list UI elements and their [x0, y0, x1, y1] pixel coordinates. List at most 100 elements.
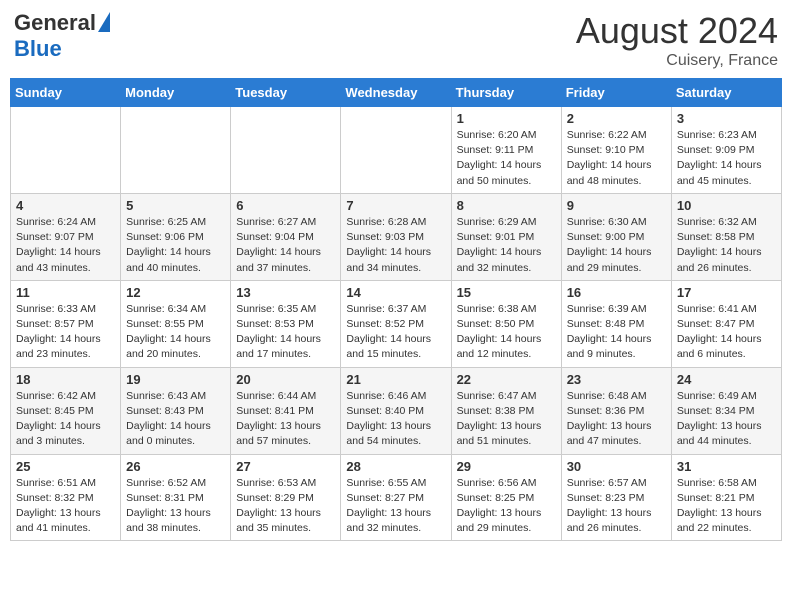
- day-info: Sunrise: 6:52 AM Sunset: 8:31 PM Dayligh…: [126, 476, 225, 537]
- day-number: 7: [346, 198, 445, 213]
- day-number: 3: [677, 111, 776, 126]
- calendar-cell: 7 Sunrise: 6:28 AM Sunset: 9:03 PM Daylig…: [341, 193, 451, 280]
- day-info: Sunrise: 6:30 AM Sunset: 9:00 PM Dayligh…: [567, 215, 666, 276]
- calendar-week-row: 1Sunrise: 6:20 AM Sunset: 9:11 PM Daylig…: [11, 107, 782, 194]
- day-number: 30: [567, 459, 666, 474]
- calendar-cell: [231, 107, 341, 194]
- calendar-cell: 14Sunrise: 6:37 AM Sunset: 8:52 PM Dayli…: [341, 280, 451, 367]
- calendar-cell: 16Sunrise: 6:39 AM Sunset: 8:48 PM Dayli…: [561, 280, 671, 367]
- calendar-cell: 25 Sunrise: 6:51 AM Sunset: 8:32 PM Dayli…: [11, 454, 121, 541]
- day-info: Sunrise: 6:51 AM Sunset: 8:32 PM Dayligh…: [16, 476, 115, 537]
- day-number: 4: [16, 198, 115, 213]
- logo: General Blue: [14, 10, 110, 62]
- logo-blue-text: Blue: [14, 36, 62, 62]
- calendar-cell: 31 Sunrise: 6:58 AM Sunset: 8:21 PM Dayli…: [671, 454, 781, 541]
- day-number: 11: [16, 285, 115, 300]
- calendar-cell: 12Sunrise: 6:34 AM Sunset: 8:55 PM Dayli…: [121, 280, 231, 367]
- day-info: Sunrise: 6:41 AM Sunset: 8:47 PM Dayligh…: [677, 302, 776, 363]
- day-number: 25: [16, 459, 115, 474]
- day-info: Sunrise: 6:35 AM Sunset: 8:53 PM Dayligh…: [236, 302, 335, 363]
- calendar-cell: 13 Sunrise: 6:35 AM Sunset: 8:53 PM Dayli…: [231, 280, 341, 367]
- calendar-header-tuesday: Tuesday: [231, 79, 341, 107]
- day-info: Sunrise: 6:38 AM Sunset: 8:50 PM Dayligh…: [457, 302, 556, 363]
- day-info: Sunrise: 6:22 AM Sunset: 9:10 PM Dayligh…: [567, 128, 666, 189]
- day-info: Sunrise: 6:49 AM Sunset: 8:34 PM Dayligh…: [677, 389, 776, 450]
- day-number: 21: [346, 372, 445, 387]
- calendar-header-thursday: Thursday: [451, 79, 561, 107]
- logo-triangle-icon: [98, 12, 110, 32]
- location-subtitle: Cuisery, France: [576, 52, 778, 70]
- day-number: 27: [236, 459, 335, 474]
- calendar-cell: 11 Sunrise: 6:33 AM Sunset: 8:57 PM Dayli…: [11, 280, 121, 367]
- title-area: August 2024 Cuisery, France: [576, 10, 778, 70]
- calendar-header-friday: Friday: [561, 79, 671, 107]
- day-info: Sunrise: 6:53 AM Sunset: 8:29 PM Dayligh…: [236, 476, 335, 537]
- calendar-cell: 9Sunrise: 6:30 AM Sunset: 9:00 PM Daylig…: [561, 193, 671, 280]
- day-number: 8: [457, 198, 556, 213]
- calendar-cell: 20 Sunrise: 6:44 AM Sunset: 8:41 PM Dayli…: [231, 367, 341, 454]
- day-number: 15: [457, 285, 556, 300]
- day-number: 14: [346, 285, 445, 300]
- calendar-cell: 4Sunrise: 6:24 AM Sunset: 9:07 PM Daylig…: [11, 193, 121, 280]
- day-info: Sunrise: 6:25 AM Sunset: 9:06 PM Dayligh…: [126, 215, 225, 276]
- calendar-cell: 2Sunrise: 6:22 AM Sunset: 9:10 PM Daylig…: [561, 107, 671, 194]
- calendar-cell: 10 Sunrise: 6:32 AM Sunset: 8:58 PM Dayli…: [671, 193, 781, 280]
- day-number: 13: [236, 285, 335, 300]
- day-info: Sunrise: 6:20 AM Sunset: 9:11 PM Dayligh…: [457, 128, 556, 189]
- day-number: 20: [236, 372, 335, 387]
- day-info: Sunrise: 6:58 AM Sunset: 8:21 PM Dayligh…: [677, 476, 776, 537]
- day-info: Sunrise: 6:28 AM Sunset: 9:03 PM Dayligh…: [346, 215, 445, 276]
- calendar-cell: 21 Sunrise: 6:46 AM Sunset: 8:40 PM Dayli…: [341, 367, 451, 454]
- day-number: 10: [677, 198, 776, 213]
- day-number: 26: [126, 459, 225, 474]
- day-number: 28: [346, 459, 445, 474]
- calendar-cell: 5 Sunrise: 6:25 AM Sunset: 9:06 PM Daylig…: [121, 193, 231, 280]
- day-number: 18: [16, 372, 115, 387]
- calendar-header-sunday: Sunday: [11, 79, 121, 107]
- day-info: Sunrise: 6:34 AM Sunset: 8:55 PM Dayligh…: [126, 302, 225, 363]
- day-number: 19: [126, 372, 225, 387]
- calendar-cell: 28 Sunrise: 6:55 AM Sunset: 8:27 PM Dayli…: [341, 454, 451, 541]
- calendar-cell: 24 Sunrise: 6:49 AM Sunset: 8:34 PM Dayli…: [671, 367, 781, 454]
- day-number: 23: [567, 372, 666, 387]
- calendar-cell: 1Sunrise: 6:20 AM Sunset: 9:11 PM Daylig…: [451, 107, 561, 194]
- day-info: Sunrise: 6:43 AM Sunset: 8:43 PM Dayligh…: [126, 389, 225, 450]
- calendar-week-row: 4Sunrise: 6:24 AM Sunset: 9:07 PM Daylig…: [11, 193, 782, 280]
- day-info: Sunrise: 6:44 AM Sunset: 8:41 PM Dayligh…: [236, 389, 335, 450]
- day-info: Sunrise: 6:33 AM Sunset: 8:57 PM Dayligh…: [16, 302, 115, 363]
- day-info: Sunrise: 6:29 AM Sunset: 9:01 PM Dayligh…: [457, 215, 556, 276]
- day-info: Sunrise: 6:57 AM Sunset: 8:23 PM Dayligh…: [567, 476, 666, 537]
- calendar-header-wednesday: Wednesday: [341, 79, 451, 107]
- day-info: Sunrise: 6:48 AM Sunset: 8:36 PM Dayligh…: [567, 389, 666, 450]
- calendar-week-row: 18 Sunrise: 6:42 AM Sunset: 8:45 PM Dayli…: [11, 367, 782, 454]
- calendar-cell: 6Sunrise: 6:27 AM Sunset: 9:04 PM Daylig…: [231, 193, 341, 280]
- calendar-cell: [11, 107, 121, 194]
- calendar-cell: [341, 107, 451, 194]
- day-number: 5: [126, 198, 225, 213]
- day-number: 31: [677, 459, 776, 474]
- calendar-header-row: SundayMondayTuesdayWednesdayThursdayFrid…: [11, 79, 782, 107]
- calendar-cell: 27 Sunrise: 6:53 AM Sunset: 8:29 PM Dayli…: [231, 454, 341, 541]
- day-number: 22: [457, 372, 556, 387]
- day-info: Sunrise: 6:32 AM Sunset: 8:58 PM Dayligh…: [677, 215, 776, 276]
- calendar-cell: 15 Sunrise: 6:38 AM Sunset: 8:50 PM Dayli…: [451, 280, 561, 367]
- day-number: 16: [567, 285, 666, 300]
- calendar-cell: 3Sunrise: 6:23 AM Sunset: 9:09 PM Daylig…: [671, 107, 781, 194]
- day-number: 24: [677, 372, 776, 387]
- day-info: Sunrise: 6:55 AM Sunset: 8:27 PM Dayligh…: [346, 476, 445, 537]
- month-year-title: August 2024: [576, 10, 778, 52]
- calendar-cell: 26 Sunrise: 6:52 AM Sunset: 8:31 PM Dayli…: [121, 454, 231, 541]
- day-info: Sunrise: 6:46 AM Sunset: 8:40 PM Dayligh…: [346, 389, 445, 450]
- calendar-cell: 8 Sunrise: 6:29 AM Sunset: 9:01 PM Daylig…: [451, 193, 561, 280]
- day-info: Sunrise: 6:42 AM Sunset: 8:45 PM Dayligh…: [16, 389, 115, 450]
- day-info: Sunrise: 6:47 AM Sunset: 8:38 PM Dayligh…: [457, 389, 556, 450]
- calendar-cell: 29Sunrise: 6:56 AM Sunset: 8:25 PM Dayli…: [451, 454, 561, 541]
- calendar-week-row: 25 Sunrise: 6:51 AM Sunset: 8:32 PM Dayli…: [11, 454, 782, 541]
- calendar-cell: 30 Sunrise: 6:57 AM Sunset: 8:23 PM Dayli…: [561, 454, 671, 541]
- calendar-header-saturday: Saturday: [671, 79, 781, 107]
- calendar-cell: 19 Sunrise: 6:43 AM Sunset: 8:43 PM Dayli…: [121, 367, 231, 454]
- calendar-header-monday: Monday: [121, 79, 231, 107]
- page-header: General Blue August 2024 Cuisery, France: [10, 10, 782, 70]
- calendar-table: SundayMondayTuesdayWednesdayThursdayFrid…: [10, 78, 782, 541]
- calendar-cell: [121, 107, 231, 194]
